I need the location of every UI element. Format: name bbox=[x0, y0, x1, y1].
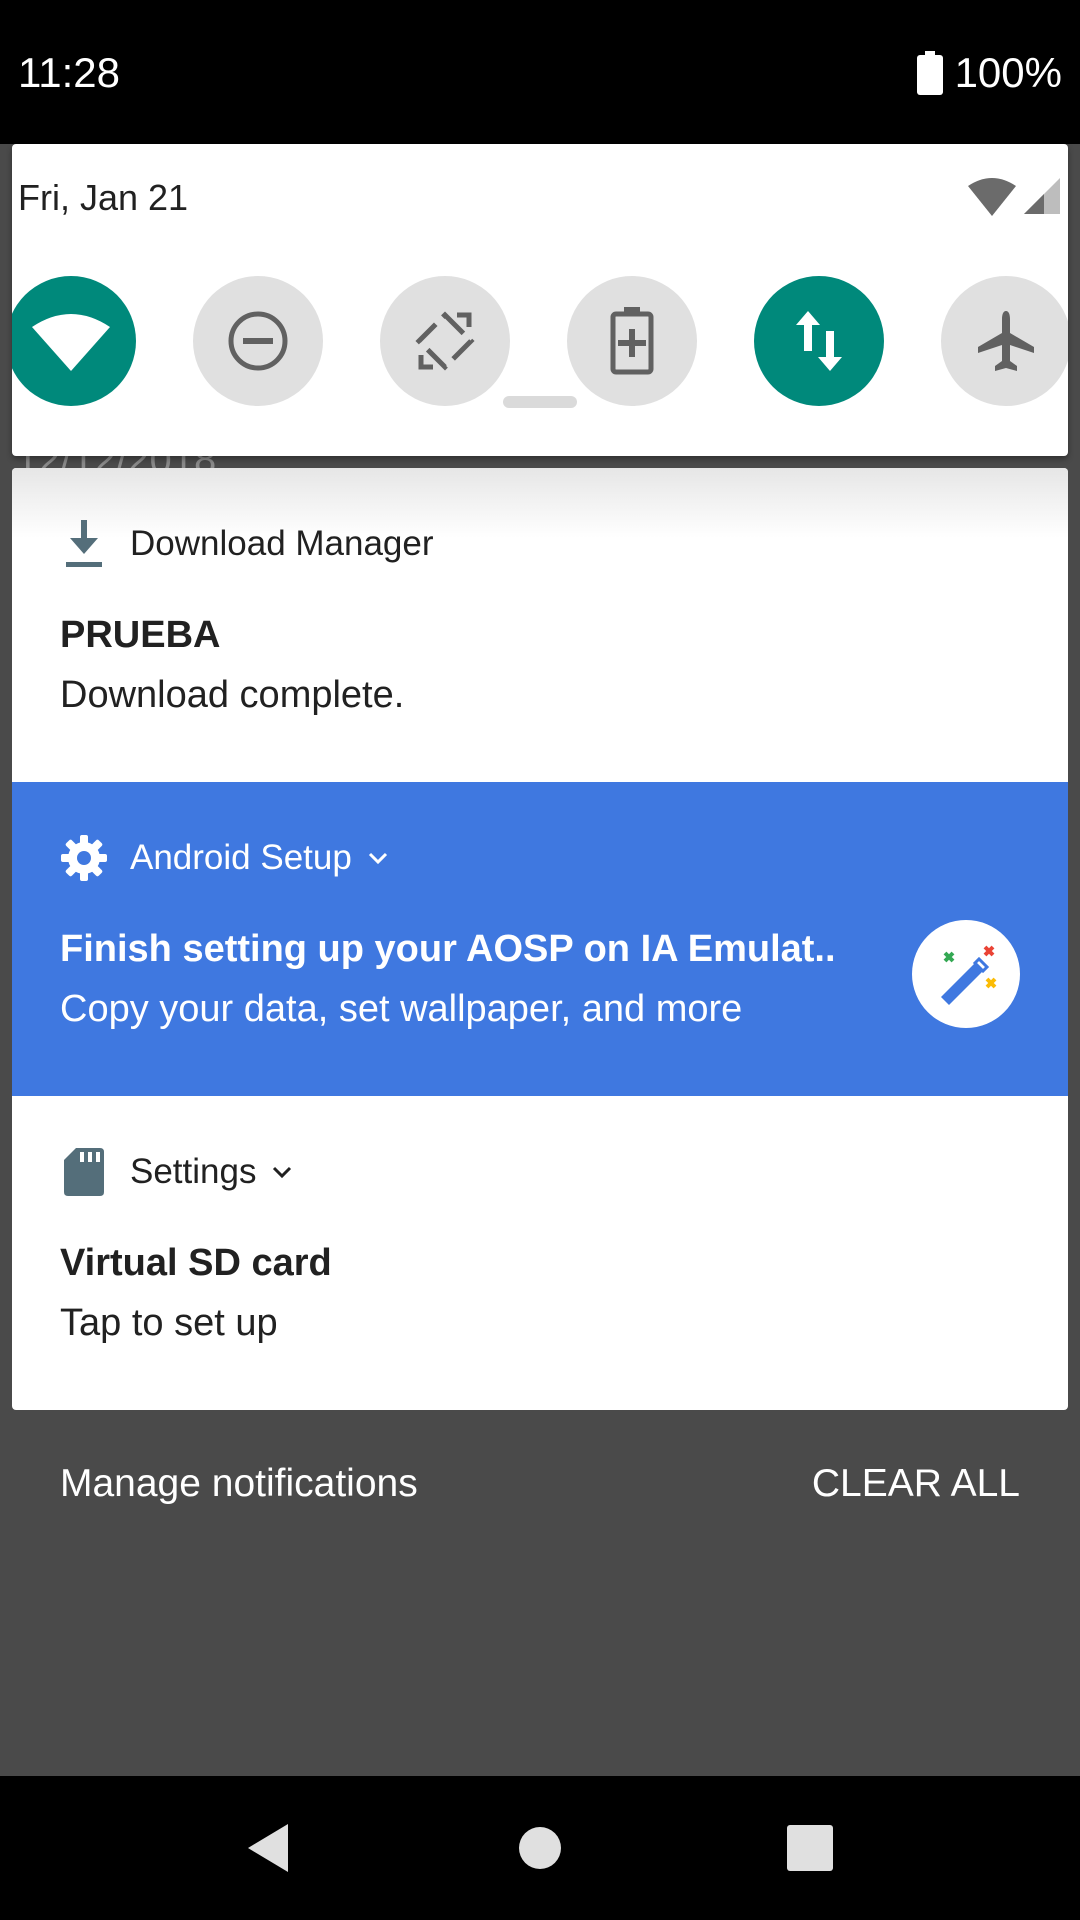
notification-header: Download Manager bbox=[60, 520, 434, 568]
wifi-signal-icon bbox=[968, 178, 1016, 216]
home-icon bbox=[519, 1827, 561, 1869]
notification-title: PRUEBA bbox=[60, 614, 221, 656]
tile-mobile-data[interactable] bbox=[754, 276, 884, 406]
battery-saver-icon bbox=[610, 307, 654, 375]
do-not-disturb-icon bbox=[228, 311, 288, 371]
mobile-data-icon bbox=[796, 311, 842, 371]
notification-header: Android Setup bbox=[60, 834, 390, 882]
battery-full-icon bbox=[916, 51, 943, 95]
tile-do-not-disturb[interactable] bbox=[193, 276, 323, 406]
chevron-down-icon[interactable] bbox=[270, 1160, 294, 1184]
notification-header: Settings bbox=[60, 1148, 294, 1196]
notification-body: Tap to set up bbox=[60, 1302, 278, 1344]
status-bar: 11:28 100% bbox=[0, 0, 1080, 144]
wifi-icon bbox=[32, 314, 110, 371]
notification-app-name: Android Setup bbox=[130, 838, 352, 877]
download-icon bbox=[60, 520, 108, 568]
back-icon bbox=[248, 1824, 288, 1872]
notification-list: Download Manager PRUEBA Download complet… bbox=[12, 468, 1068, 1410]
qs-drag-handle[interactable] bbox=[503, 396, 577, 408]
magic-wand-icon bbox=[912, 920, 1020, 1028]
recents-icon bbox=[787, 1825, 833, 1871]
quick-settings-panel: Fri, Jan 21 bbox=[12, 144, 1068, 456]
notification-app-name: Download Manager bbox=[130, 524, 434, 563]
back-button[interactable] bbox=[240, 1820, 296, 1876]
status-right-group: 100% bbox=[916, 46, 1062, 100]
sd-card-icon bbox=[60, 1148, 108, 1196]
recents-button[interactable] bbox=[782, 1820, 838, 1876]
notification-settings-sd-card[interactable]: Settings Virtual SD card Tap to set up bbox=[12, 1096, 1068, 1410]
notification-title: Finish setting up your AOSP on IA Emulat… bbox=[60, 928, 836, 970]
home-button[interactable] bbox=[512, 1820, 568, 1876]
tile-auto-rotate[interactable] bbox=[380, 276, 510, 406]
notification-download-manager[interactable]: Download Manager PRUEBA Download complet… bbox=[12, 468, 1068, 782]
notification-body: Download complete. bbox=[60, 674, 405, 716]
clear-all-button[interactable]: CLEAR ALL bbox=[812, 1462, 1020, 1506]
notification-body: Copy your data, set wallpaper, and more bbox=[60, 988, 743, 1030]
navigation-bar bbox=[0, 1776, 1080, 1920]
tile-airplane-mode[interactable] bbox=[941, 276, 1068, 406]
manage-notifications-button[interactable]: Manage notifications bbox=[60, 1462, 418, 1506]
status-time: 11:28 bbox=[18, 49, 120, 96]
battery-percent: 100% bbox=[954, 49, 1062, 96]
cell-signal-icon bbox=[1024, 178, 1060, 214]
qs-date[interactable]: Fri, Jan 21 bbox=[18, 174, 188, 222]
tile-battery-saver[interactable] bbox=[567, 276, 697, 406]
gear-icon bbox=[60, 834, 108, 882]
tile-wifi[interactable] bbox=[12, 276, 136, 406]
notification-android-setup[interactable]: Android Setup Finish setting up your AOS… bbox=[12, 782, 1068, 1096]
auto-rotate-icon bbox=[415, 311, 475, 371]
airplane-mode-icon bbox=[978, 311, 1034, 371]
notification-app-name: Settings bbox=[130, 1152, 257, 1191]
notification-title: Virtual SD card bbox=[60, 1242, 332, 1284]
chevron-down-icon[interactable] bbox=[366, 846, 390, 870]
qs-system-icons bbox=[968, 176, 1060, 216]
